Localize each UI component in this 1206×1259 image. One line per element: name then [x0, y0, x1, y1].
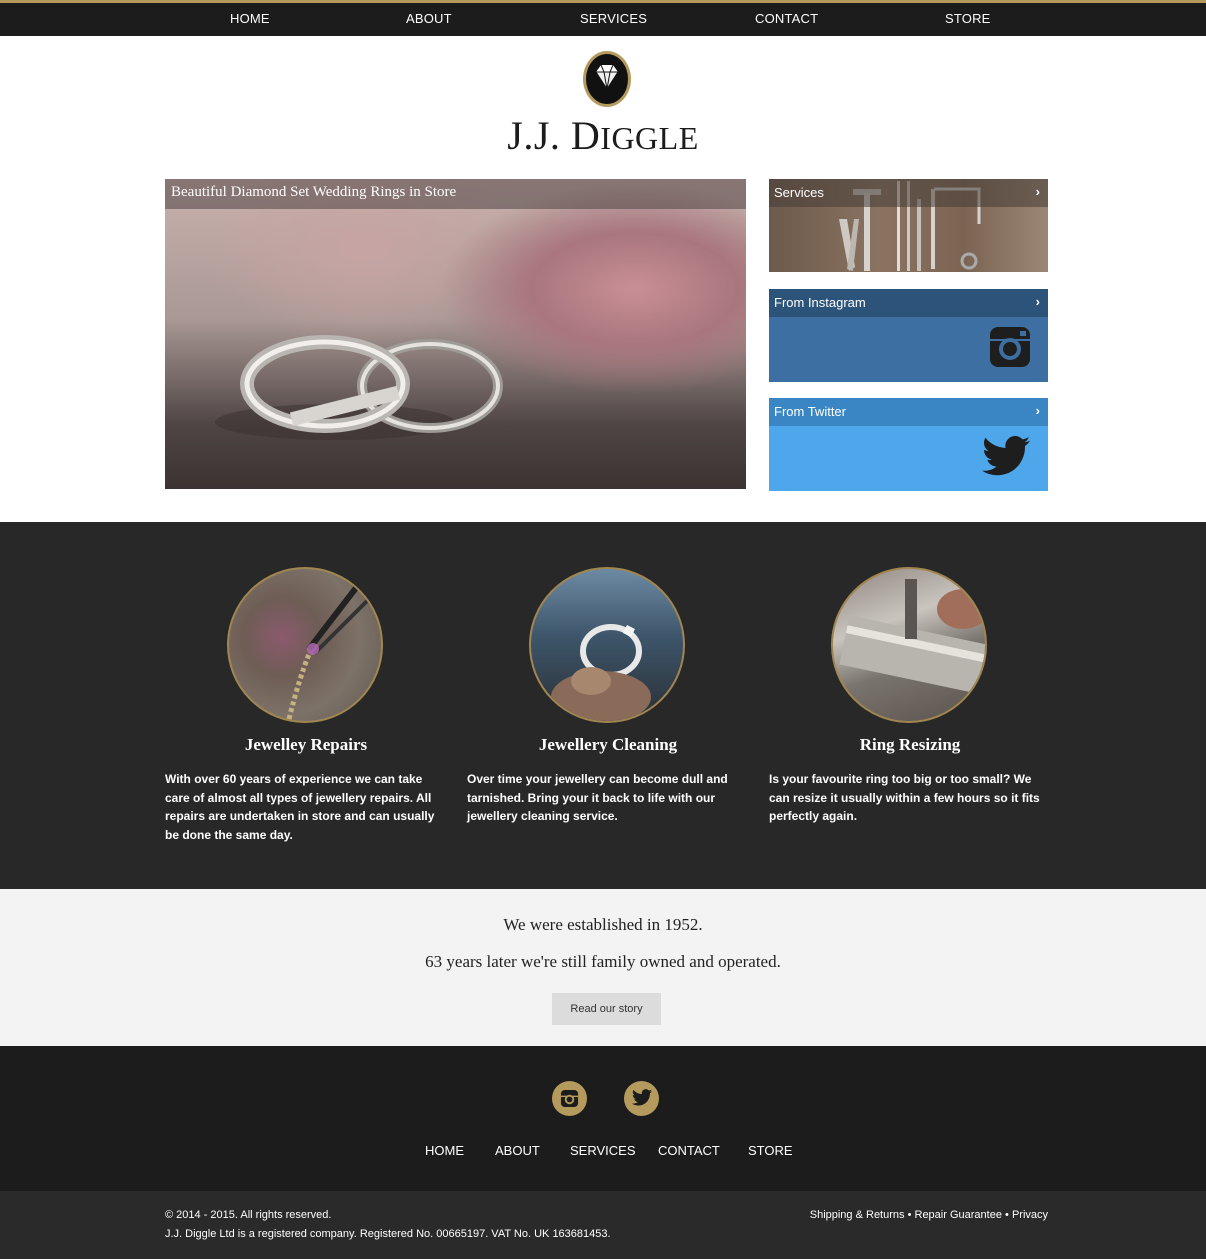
cleaning-image[interactable]	[529, 567, 685, 723]
service-title-repairs: Jewelley Repairs	[244, 735, 368, 754]
twitter-icon[interactable]	[624, 1081, 659, 1116]
nav-home[interactable]: HOME	[230, 11, 270, 26]
wedding-rings-image	[215, 335, 503, 440]
instagram-tile[interactable]: From Instagram ›	[769, 289, 1048, 382]
twitter-tile-label: From Twitter	[774, 404, 846, 419]
privacy-link[interactable]: Privacy	[1012, 1209, 1048, 1221]
separator: •	[907, 1209, 912, 1221]
established-section: We were established in 1952. 63 years la…	[0, 889, 1206, 1046]
instagram-icon[interactable]	[552, 1081, 587, 1116]
hero-banner[interactable]: Beautiful Diamond Set Wedding Rings in S…	[165, 179, 746, 489]
read-our-story-button[interactable]: Read our story	[552, 993, 661, 1025]
repair-guarantee-link[interactable]: Repair Guarantee	[915, 1209, 1002, 1221]
service-title-cleaning: Jewellery Cleaning	[538, 735, 678, 754]
legal-links: Shipping & Returns • Repair Guarantee • …	[810, 1209, 1048, 1221]
chevron-right-icon[interactable]: ›	[1036, 184, 1040, 199]
repairs-image[interactable]	[227, 567, 383, 723]
twitter-tile-bar: From Twitter	[769, 398, 1048, 426]
shipping-returns-link[interactable]: Shipping & Returns	[810, 1209, 905, 1221]
service-text-cleaning: Over time your jewellery can become dull…	[467, 772, 728, 823]
footer-nav-contact[interactable]: CONTACT	[658, 1143, 720, 1158]
chevron-right-icon[interactable]: ›	[1036, 403, 1040, 418]
chevron-right-icon[interactable]: ›	[1036, 294, 1040, 309]
nav-store[interactable]: STORE	[945, 11, 991, 26]
services-tile-bar: Services	[769, 179, 1048, 207]
established-line-2: 63 years later we're still family owned …	[425, 952, 781, 971]
footer-nav-about[interactable]: ABOUT	[495, 1143, 540, 1158]
footer-nav-home[interactable]: HOME	[425, 1143, 464, 1158]
footer: HOME ABOUT SERVICES CONTACT STORE	[0, 1046, 1206, 1191]
instagram-tile-label: From Instagram	[774, 295, 866, 310]
twitter-tile[interactable]: From Twitter ›	[769, 398, 1048, 491]
separator: •	[1005, 1209, 1009, 1221]
footer-nav-store[interactable]: STORE	[748, 1143, 793, 1158]
service-text-repairs: With over 60 years of experience we can …	[165, 772, 435, 842]
services-tile[interactable]: Services ›	[769, 179, 1048, 272]
hero-caption: Beautiful Diamond Set Wedding Rings in S…	[165, 179, 746, 209]
instagram-tile-bar: From Instagram	[769, 289, 1048, 317]
service-text-resizing: Is your favourite ring too big or too sm…	[769, 772, 1040, 823]
footer-nav-services[interactable]: SERVICES	[570, 1143, 636, 1158]
nav-about[interactable]: ABOUT	[406, 11, 452, 26]
company-registration-text: J.J. Diggle Ltd is a registered company.…	[165, 1228, 611, 1240]
resizing-image[interactable]	[831, 567, 987, 723]
instagram-icon	[990, 327, 1030, 372]
nav-contact[interactable]: CONTACT	[755, 11, 818, 26]
diamond-icon[interactable]	[581, 49, 633, 109]
brand-name[interactable]: J.J. DIGGLE	[0, 112, 1206, 159]
copyright-text: © 2014 - 2015. All rights reserved.	[165, 1209, 332, 1221]
twitter-icon	[982, 436, 1030, 481]
legal-bar: © 2014 - 2015. All rights reserved. J.J.…	[0, 1191, 1206, 1259]
services-section: Jewelley Repairs With over 60 years of e…	[0, 522, 1206, 889]
established-line-1: We were established in 1952.	[503, 915, 703, 934]
services-tile-label: Services	[774, 185, 824, 200]
top-nav: HOME ABOUT SERVICES CONTACT STORE	[0, 0, 1206, 36]
nav-services[interactable]: SERVICES	[580, 11, 647, 26]
service-title-resizing: Ring Resizing	[859, 735, 961, 754]
